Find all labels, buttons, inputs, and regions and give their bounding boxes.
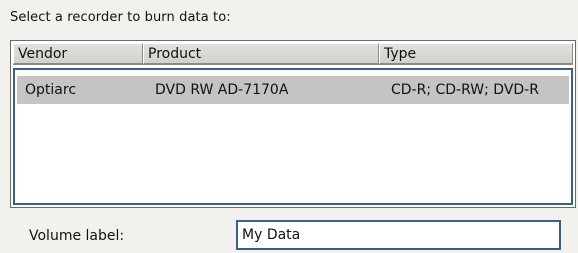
- volume-label-input[interactable]: [236, 220, 561, 250]
- list-body[interactable]: Optiarc DVD RW AD-7170A CD-R; CD-RW; DVD…: [13, 68, 573, 205]
- cell-vendor: Optiarc: [25, 82, 77, 98]
- list-header: Vendor Product Type: [13, 43, 573, 65]
- cell-type: CD-R; CD-RW; DVD-R: [391, 82, 539, 98]
- recorder-list[interactable]: Vendor Product Type Optiarc DVD RW AD-71…: [10, 40, 576, 208]
- column-header-product[interactable]: Product: [143, 43, 379, 64]
- cell-product: DVD RW AD-7170A: [155, 82, 289, 98]
- list-item-recorder[interactable]: Optiarc DVD RW AD-7170A CD-R; CD-RW; DVD…: [17, 76, 569, 104]
- recorder-prompt: Select a recorder to burn data to:: [10, 10, 231, 25]
- volume-label: Volume label:: [29, 228, 125, 244]
- column-header-vendor[interactable]: Vendor: [13, 43, 143, 64]
- column-header-type[interactable]: Type: [379, 43, 573, 64]
